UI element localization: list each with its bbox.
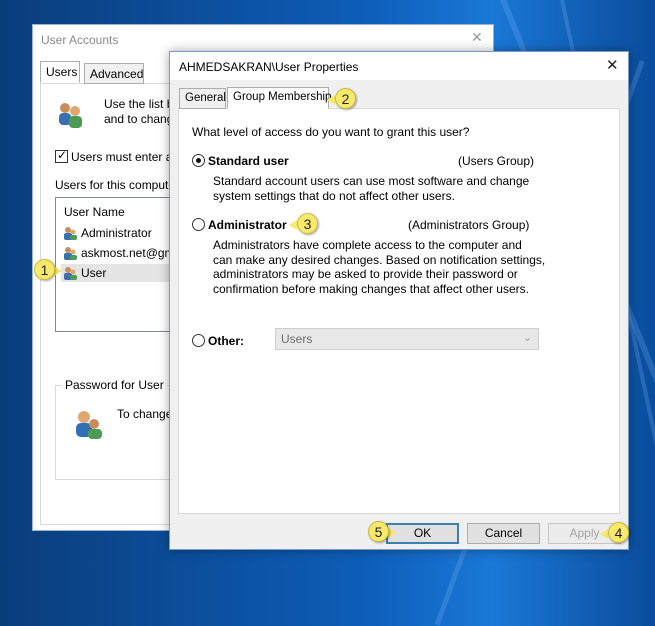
access-question: What level of access do you want to gran… — [192, 125, 470, 139]
callout-badge: 2 — [335, 88, 356, 109]
callout-pointer — [54, 266, 62, 276]
callout-badge: 5 — [368, 521, 389, 542]
description-line: confirmation before making changes that … — [213, 281, 529, 296]
group-membership-panel — [178, 108, 620, 514]
callout-pointer — [388, 528, 396, 538]
callout-pointer — [289, 220, 297, 230]
administrator-radio[interactable]: Administrator — [192, 218, 287, 232]
window-title: User Accounts — [41, 33, 119, 47]
other-radio[interactable]: Other: — [192, 334, 244, 348]
option-label: Administrator — [208, 218, 287, 232]
administrators-group-label: (Administrators Group) — [408, 218, 530, 232]
tab-users[interactable]: Users — [40, 61, 80, 83]
checkbox-checked-icon[interactable] — [55, 148, 68, 163]
users-list-label: Users for this compute — [55, 178, 176, 192]
user-icon — [64, 227, 77, 240]
user-name: askmost.net@gm — [81, 246, 175, 260]
intro-text: Use the list b and to chang — [104, 97, 173, 127]
other-group-select[interactable]: Users ⌄ — [275, 328, 539, 350]
tab-general[interactable]: General — [179, 88, 226, 109]
description-line: system settings that do not affect other… — [213, 188, 455, 203]
callout-badge: 3 — [297, 213, 318, 234]
description-line: administrators may be asked to provide t… — [213, 267, 518, 281]
user-icon — [64, 267, 77, 280]
cancel-button[interactable]: Cancel — [467, 523, 540, 544]
description-line: can make any desired changes. Based on n… — [213, 252, 546, 267]
close-icon[interactable]: ✕ — [606, 56, 619, 74]
radio-selected-icon[interactable] — [192, 154, 205, 167]
description-line: Administrators have complete access to t… — [213, 238, 522, 252]
intro-line: Use the list b — [104, 97, 174, 111]
require-password-checkbox[interactable]: Users must enter a — [55, 148, 173, 164]
password-group-title: Password for User — [62, 378, 167, 392]
tab-group-membership[interactable]: Group Membership — [227, 87, 331, 109]
user-icon — [64, 247, 77, 260]
callout-badge: 4 — [608, 522, 629, 543]
users-icon — [59, 103, 82, 128]
checkbox-label: Users must enter a — [71, 150, 173, 164]
option-label: Standard user — [208, 154, 289, 168]
option-label: Other: — [208, 334, 244, 348]
close-icon[interactable]: ✕ — [471, 29, 483, 46]
user-properties-dialog: AHMEDSAKRAN\User Properties ✕ General Gr… — [169, 51, 629, 550]
callout-pointer — [327, 95, 335, 105]
password-description: To change — [117, 407, 173, 421]
radio-unselected-icon[interactable] — [192, 334, 205, 347]
select-value: Users — [281, 332, 313, 346]
user-name: Administrator — [81, 226, 152, 240]
tab-advanced[interactable]: Advanced — [84, 63, 144, 84]
ok-button[interactable]: OK — [386, 523, 459, 544]
title-bar[interactable]: AHMEDSAKRAN\User Properties ✕ — [170, 52, 628, 80]
intro-line: and to chang — [104, 112, 174, 126]
column-header-user-name[interactable]: User Name — [64, 205, 125, 219]
users-group-label: (Users Group) — [458, 154, 535, 168]
user-icon — [76, 411, 102, 439]
user-name: User — [81, 266, 107, 280]
administrator-description: Administrators have complete access to t… — [213, 238, 545, 296]
radio-unselected-icon[interactable] — [192, 218, 205, 231]
standard-user-radio[interactable]: Standard user — [192, 154, 289, 168]
standard-user-description: Standard account users can use most soft… — [213, 174, 529, 203]
description-line: Standard account users can use most soft… — [213, 174, 530, 188]
callout-badge: 1 — [34, 259, 55, 280]
chevron-down-icon[interactable]: ⌄ — [523, 331, 532, 344]
callout-pointer — [600, 529, 608, 539]
dialog-title: AHMEDSAKRAN\User Properties — [179, 60, 359, 74]
